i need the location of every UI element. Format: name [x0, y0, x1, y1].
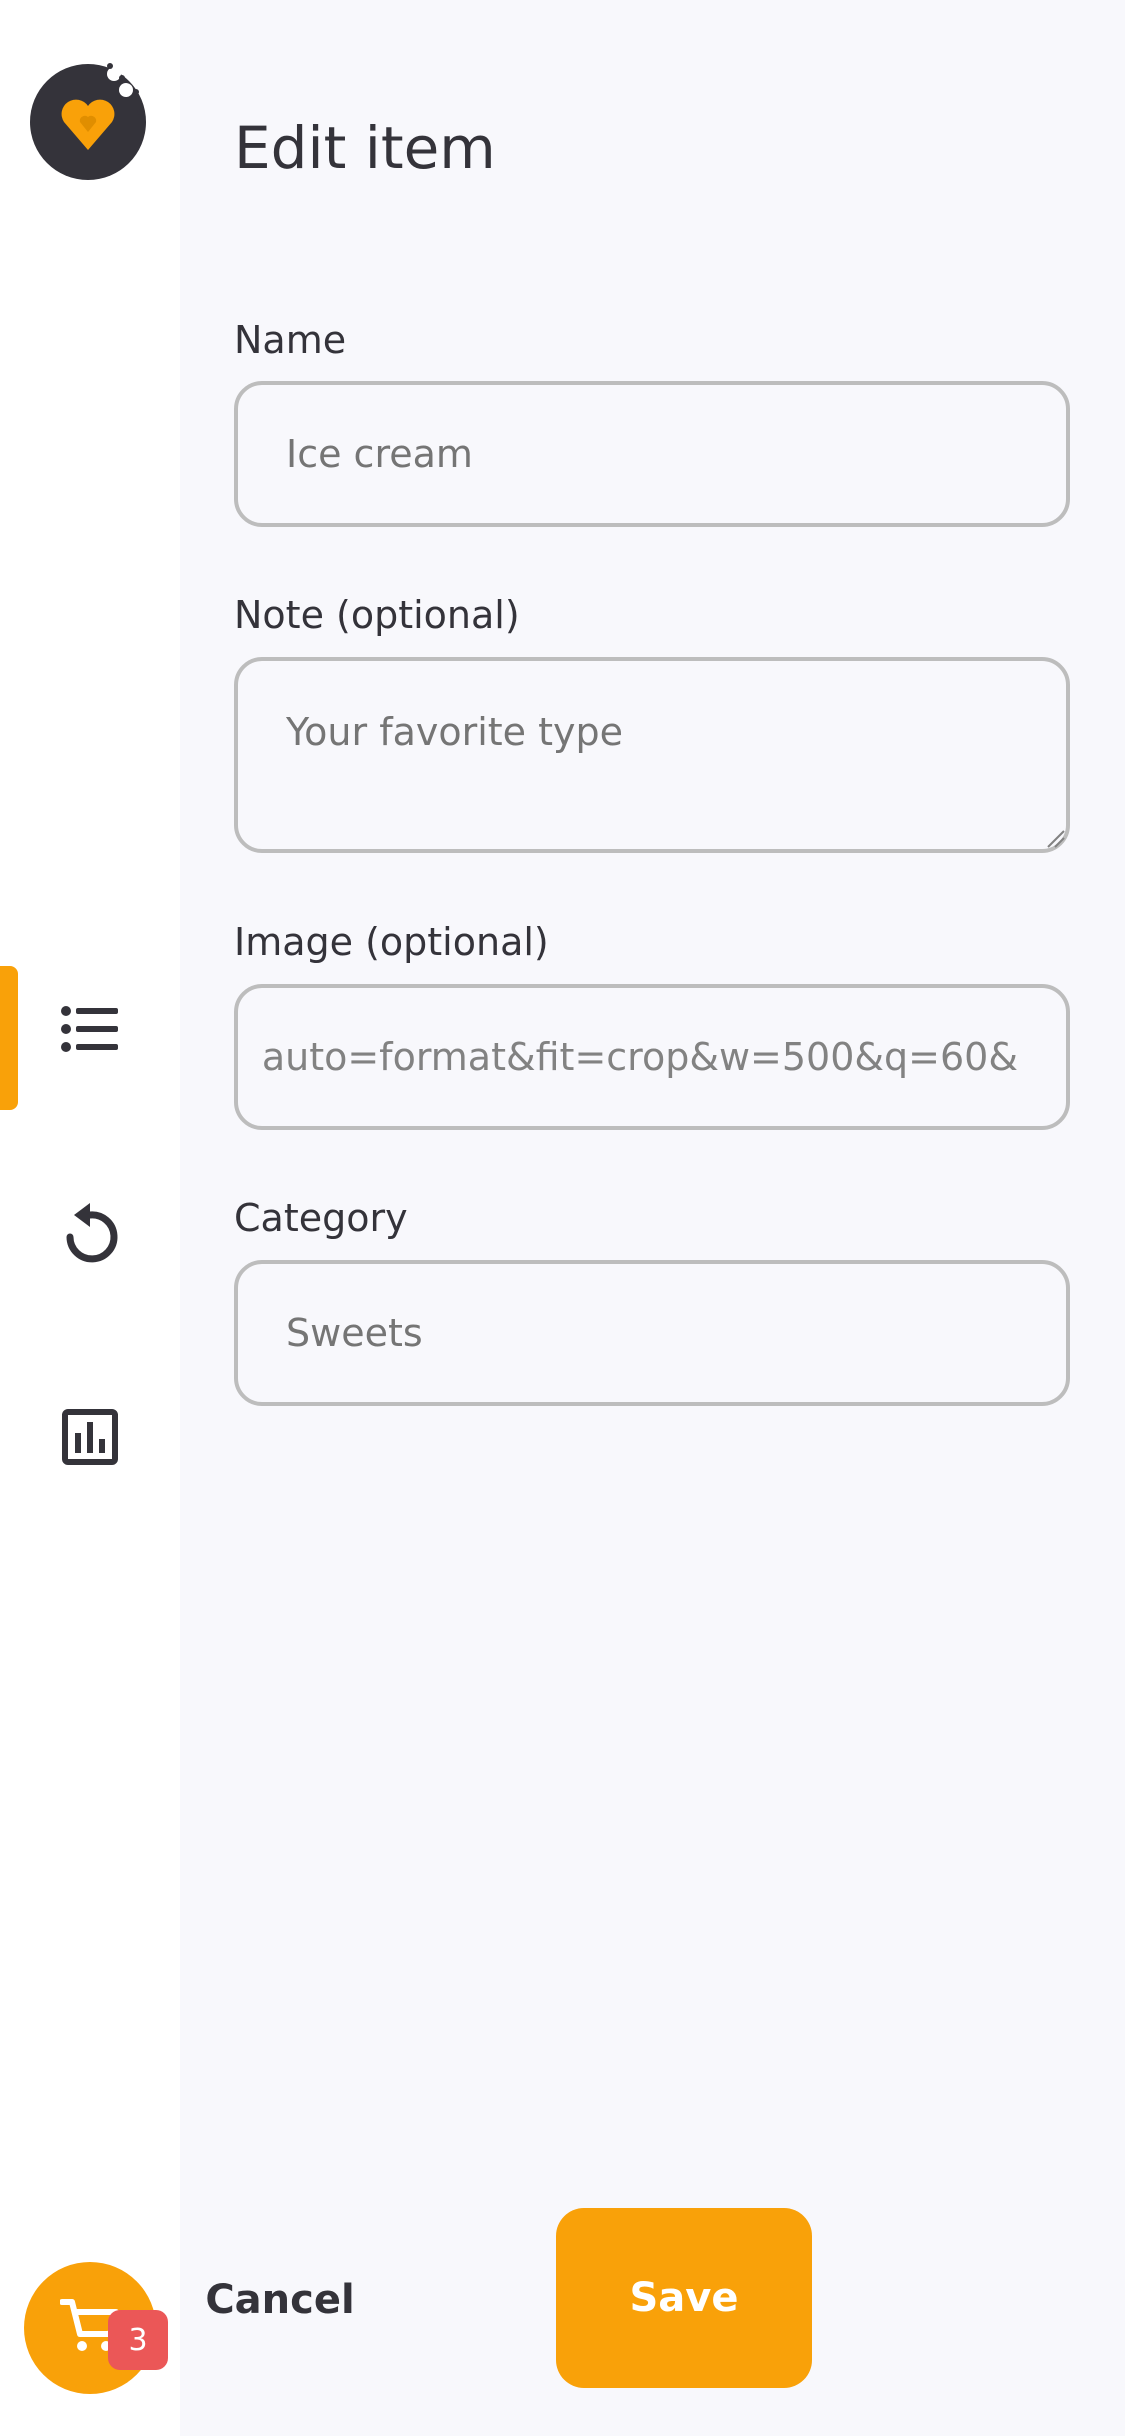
image-url-input[interactable]: &auto=format&fit=crop&w=500&q=60: [234, 984, 1070, 1130]
name-label: Name: [234, 318, 347, 362]
edit-item-panel: Edit item Name Note (optional) Image (op…: [180, 0, 1125, 2436]
page-title: Edit item: [234, 114, 496, 182]
resize-grip-icon[interactable]: [1044, 827, 1066, 849]
bar-chart-icon: [62, 1409, 118, 1469]
list-icon: [60, 1005, 120, 1057]
nav-item-history[interactable]: [54, 1199, 126, 1271]
image-label: Image (optional): [234, 920, 549, 964]
category-input[interactable]: [234, 1260, 1070, 1406]
note-textarea[interactable]: [234, 657, 1070, 853]
note-label: Note (optional): [234, 593, 520, 637]
cart-count-badge: 3: [108, 2310, 168, 2370]
note-field-wrapper: [234, 657, 1070, 853]
image-url-value: &auto=format&fit=crop&w=500&q=60: [261, 1035, 1018, 1079]
nav-item-statistics[interactable]: [54, 1403, 126, 1475]
category-label: Category: [234, 1196, 408, 1240]
sidebar: 3: [0, 0, 180, 2436]
heart-logo-icon[interactable]: [28, 62, 148, 182]
name-input[interactable]: [234, 381, 1070, 527]
active-nav-indicator: [0, 966, 18, 1110]
history-icon: [60, 1201, 120, 1269]
cancel-button[interactable]: Cancel: [160, 2230, 400, 2370]
nav-item-list[interactable]: [54, 995, 126, 1067]
save-button[interactable]: Save: [556, 2208, 812, 2388]
